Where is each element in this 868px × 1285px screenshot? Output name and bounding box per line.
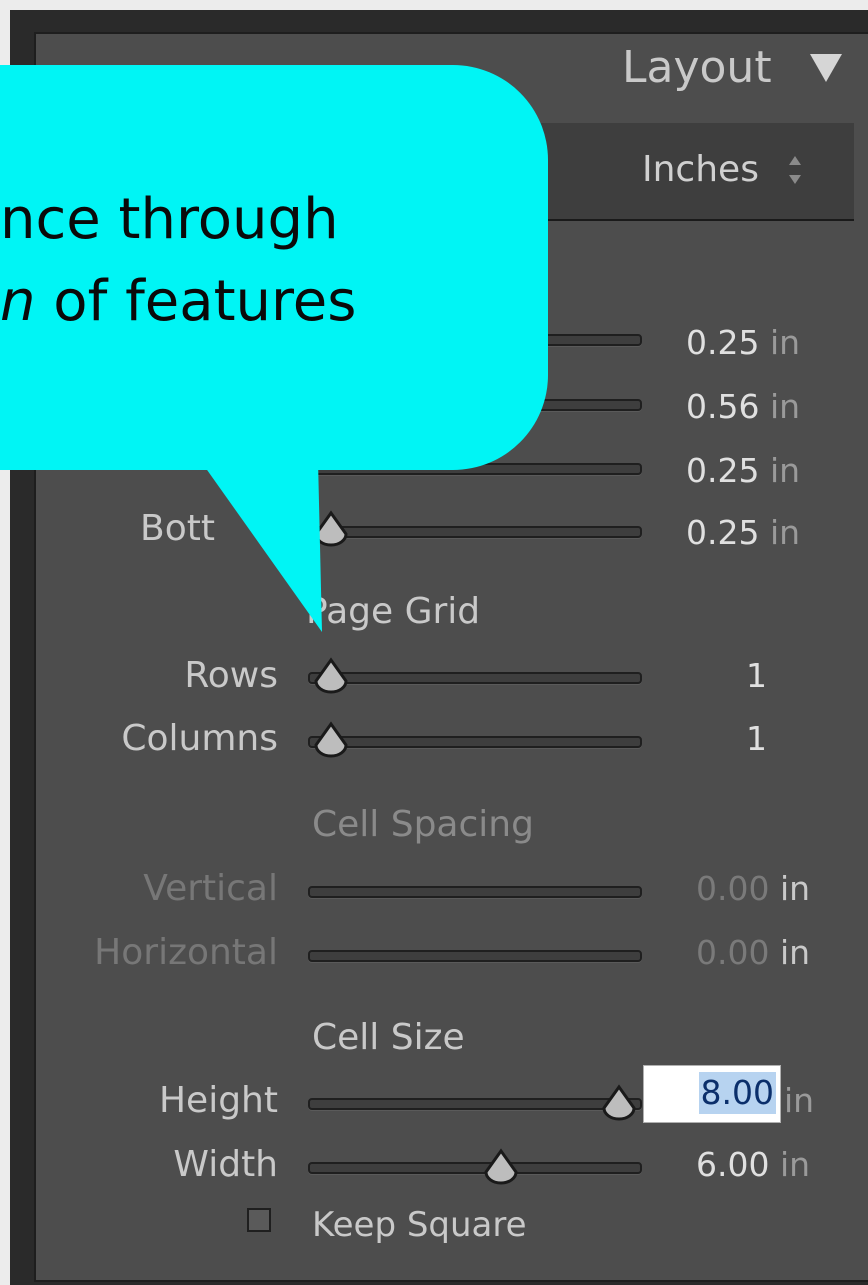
margin-slider-bottom-thumb[interactable] [312, 510, 350, 548]
keep-square-label[interactable]: Keep Square [312, 1204, 527, 1246]
vertical-label: Vertical [143, 868, 278, 909]
margin-value-2[interactable]: 0.56 in [686, 386, 800, 428]
rows-label: Rows [184, 655, 278, 696]
callout-text-line1: nce through [0, 187, 339, 252]
rows-value[interactable]: 1 [746, 655, 767, 697]
columns-slider-thumb[interactable] [312, 721, 350, 759]
columns-value[interactable]: 1 [746, 718, 767, 760]
margin-value-3[interactable]: 0.25 in [686, 450, 800, 492]
callout-bubble [0, 65, 548, 470]
rows-slider-thumb[interactable] [312, 657, 350, 695]
section-cell-spacing: Cell Spacing [312, 804, 534, 845]
horizontal-slider-track[interactable] [308, 950, 642, 962]
height-slider-thumb[interactable] [600, 1084, 638, 1122]
width-label: Width [173, 1144, 278, 1185]
width-value[interactable]: 6.00 in [696, 1144, 810, 1186]
margin-label-bottom: Bott n [140, 508, 282, 549]
width-slider-track[interactable] [308, 1162, 642, 1174]
vertical-value[interactable]: 0.00 in [696, 868, 810, 910]
columns-label: Columns [121, 718, 278, 759]
margin-value-bottom[interactable]: 0.25 in [686, 512, 800, 554]
rows-slider-track[interactable] [308, 672, 642, 684]
margin-slider-bottom-track[interactable] [308, 526, 642, 538]
updown-arrows-icon[interactable] [786, 150, 804, 190]
panel-title[interactable]: Layout [622, 40, 772, 96]
section-cell-size: Cell Size [312, 1017, 465, 1058]
triangle-down-icon[interactable] [810, 54, 842, 82]
vertical-slider-track[interactable] [308, 886, 642, 898]
height-input-value[interactable]: 8.00 [698, 1072, 776, 1114]
horizontal-value[interactable]: 0.00 in [696, 932, 810, 974]
height-unit: in [784, 1081, 815, 1120]
width-slider-thumb[interactable] [482, 1148, 520, 1186]
columns-slider-track[interactable] [308, 736, 642, 748]
height-label: Height [158, 1080, 278, 1121]
margin-value-1[interactable]: 0.25 in [686, 322, 800, 364]
keep-square-checkbox[interactable] [247, 1208, 271, 1232]
ruler-units-select[interactable]: Inches [642, 149, 759, 191]
height-input[interactable]: 8.00 [643, 1065, 781, 1123]
horizontal-label: Horizontal [94, 932, 278, 973]
callout-text-line2: n of features [0, 269, 357, 334]
section-page-grid: Page Grid [306, 591, 481, 632]
height-slider-track[interactable] [308, 1098, 642, 1110]
